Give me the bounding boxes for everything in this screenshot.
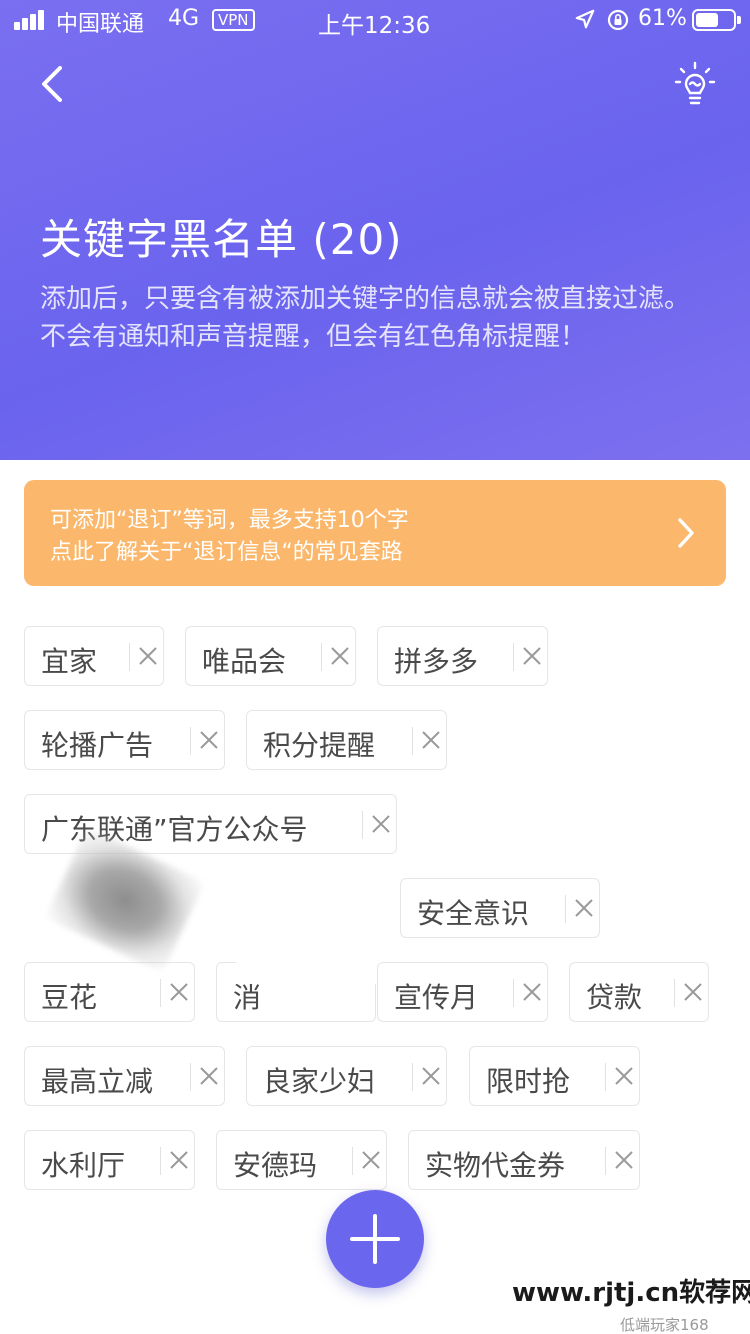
keyword-label: 积分提醒 bbox=[263, 729, 376, 762]
close-icon[interactable] bbox=[613, 1065, 635, 1087]
keyword-tag: 水利厅 bbox=[24, 1130, 195, 1190]
close-icon[interactable] bbox=[360, 1149, 382, 1171]
keyword-tag: 宜家 bbox=[24, 626, 164, 686]
close-icon[interactable] bbox=[168, 1149, 190, 1171]
close-icon[interactable] bbox=[198, 729, 220, 751]
close-icon[interactable] bbox=[420, 729, 442, 751]
keyword-label: 水利厅 bbox=[41, 1149, 126, 1182]
keyword-label: 限时抢 bbox=[486, 1065, 571, 1098]
keyword-label: 轮播广告 bbox=[41, 729, 154, 762]
close-icon[interactable] bbox=[521, 645, 543, 667]
close-icon[interactable] bbox=[573, 897, 595, 919]
keyword-tag: 积分提醒 bbox=[246, 710, 447, 770]
keyword-tag-list: 宜家 唯品会 拼多多 轮播广告 积分提醒 广东联通”官方公众号 安全意识 豆花 bbox=[0, 0, 750, 1334]
keyword-label: 最高立减 bbox=[41, 1065, 154, 1098]
close-icon[interactable] bbox=[370, 813, 392, 835]
keyword-label: 宜家 bbox=[41, 645, 98, 678]
plus-icon bbox=[350, 1214, 400, 1264]
keyword-tag: 宣传月 bbox=[377, 962, 548, 1022]
keyword-label: 安全意识 bbox=[417, 897, 530, 930]
keyword-tag: 安全意识 bbox=[400, 878, 600, 938]
keyword-tag: 拼多多 bbox=[377, 626, 548, 686]
close-icon[interactable] bbox=[613, 1149, 635, 1171]
close-icon[interactable] bbox=[168, 981, 190, 1003]
close-icon[interactable] bbox=[329, 645, 351, 667]
close-icon[interactable] bbox=[137, 645, 159, 667]
keyword-tag: 唯品会 bbox=[185, 626, 356, 686]
keyword-tag: 贷款 bbox=[569, 962, 709, 1022]
keyword-tag: 限时抢 bbox=[469, 1046, 640, 1106]
keyword-tag: 安德玛 bbox=[216, 1130, 387, 1190]
close-icon[interactable] bbox=[420, 1065, 442, 1087]
keyword-tag: 豆花 bbox=[24, 962, 195, 1022]
keyword-label: 安德玛 bbox=[233, 1149, 318, 1182]
keyword-label: 唯品会 bbox=[202, 645, 287, 678]
keyword-label: 拼多多 bbox=[394, 645, 479, 678]
keyword-label: 豆花 bbox=[41, 981, 98, 1014]
keyword-label: 良家少妇 bbox=[263, 1065, 376, 1098]
keyword-label: 贷款 bbox=[586, 981, 643, 1014]
keyword-tag: 最高立减 bbox=[24, 1046, 225, 1106]
close-icon[interactable] bbox=[198, 1065, 220, 1087]
add-keyword-button[interactable] bbox=[326, 1190, 424, 1288]
watermark-sub: 低端玩家168 bbox=[620, 1316, 709, 1334]
close-icon[interactable] bbox=[521, 981, 543, 1003]
watermark: www.rjtj.cn软荐网 bbox=[512, 1278, 750, 1308]
keyword-label: 实物代金券 bbox=[425, 1149, 566, 1182]
keyword-tag: 实物代金券 bbox=[408, 1130, 640, 1190]
close-icon[interactable] bbox=[682, 981, 704, 1003]
keyword-label: 宣传月 bbox=[394, 981, 479, 1014]
keyword-tag: 良家少妇 bbox=[246, 1046, 447, 1106]
keyword-tag: 轮播广告 bbox=[24, 710, 225, 770]
redaction-overlay bbox=[236, 962, 376, 984]
